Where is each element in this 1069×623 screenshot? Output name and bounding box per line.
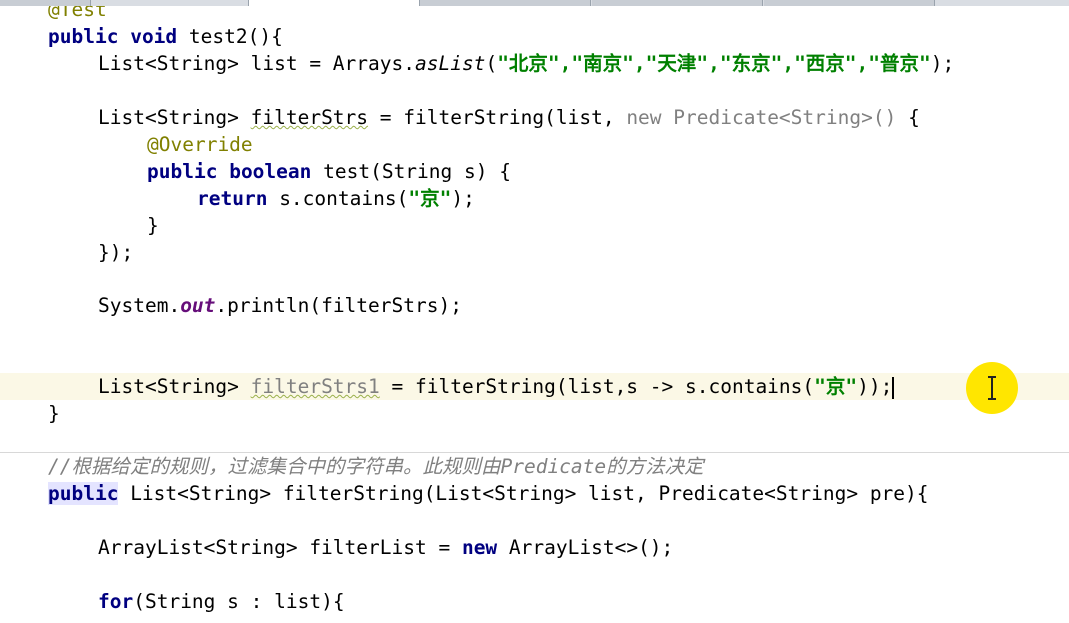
code-line-5: List<String> filterStrs = filterString(l… — [0, 104, 1069, 131]
method-signature: test2(){ — [177, 25, 283, 48]
editor-tab[interactable] — [764, 0, 935, 6]
code-text: ArrayList<String> filterList = — [98, 536, 462, 559]
keyword-void: void — [130, 25, 178, 48]
code-text: .println(filterStrs); — [215, 294, 462, 317]
code-line-3: List<String> list = Arrays.asList("北京","… — [0, 50, 1069, 77]
variable-filterstrs: filterStrs — [250, 106, 369, 129]
code-line-7: public boolean test(String s) { — [0, 158, 1069, 185]
keyword-public: public — [48, 482, 119, 505]
variable-filterstrs1: filterStrs1 — [250, 375, 380, 398]
code-text: List<String> — [98, 375, 251, 398]
code-line-end-method: } — [0, 400, 1069, 427]
keyword-for: for — [98, 590, 134, 613]
code-comment-line: //根据给定的规则，过滤集合中的字符串。此规则由Predicate的方法决定 — [0, 453, 1069, 480]
code-line-2: public void test2(){ — [0, 23, 1069, 50]
code-line-current[interactable]: List<String> filterStrs1 = filterString(… — [0, 373, 1069, 400]
keyword-return: return — [197, 187, 268, 210]
code-text: } — [48, 402, 60, 425]
code-text: List<String> list = Arrays. — [98, 52, 415, 75]
string-literal: "京" — [814, 375, 858, 398]
keyword-public: public — [48, 25, 119, 48]
code-text: } — [147, 214, 159, 237]
anonymous-class-hint: new Predicate<String>() — [626, 106, 897, 129]
string-literal: "京" — [408, 187, 452, 210]
editor-tab-bar — [0, 0, 1069, 6]
code-text: = filterString(list, — [368, 106, 627, 129]
code-line-10: }); — [0, 239, 1069, 266]
code-text: List<String> filterString(List<String> l… — [118, 482, 929, 505]
code-text: ); — [451, 187, 475, 210]
code-line-12: System.out.println(filterStrs); — [0, 292, 1069, 319]
code-text: test(String s) { — [311, 160, 511, 183]
editor-tab[interactable] — [420, 0, 591, 6]
code-line-arraylist: ArrayList<String> filterList = new Array… — [0, 534, 1069, 561]
code-text: }); — [98, 241, 134, 264]
editor-tab[interactable] — [0, 0, 91, 6]
code-text: ( — [485, 52, 498, 75]
code-static-method: asList — [414, 52, 486, 75]
code-line-for: for(String s : list){ — [0, 588, 1069, 615]
code-text: (String s : list){ — [133, 590, 345, 613]
code-line-filter-signature: public List<String> filterString(List<St… — [0, 480, 1069, 507]
code-text: { — [896, 106, 920, 129]
code-text: )); — [857, 375, 893, 398]
code-text: = filterString(list,s -> s.contains( — [379, 375, 815, 398]
code-editor[interactable]: @Test public void test2(){ List<String> … — [0, 0, 1069, 623]
code-line-6: @Override — [0, 131, 1069, 158]
code-text: System. — [98, 294, 181, 317]
code-text: ); — [930, 52, 955, 75]
code-text: ArrayList<>(); — [497, 536, 674, 559]
code-line-9: } — [0, 212, 1069, 239]
code-comment: //根据给定的规则，过滤集合中的字符串。此规则由Predicate的方法决定 — [48, 455, 704, 478]
editor-tab-active[interactable] — [248, 0, 420, 6]
code-text: List<String> — [98, 106, 251, 129]
code-line-8: return s.contains("京"); — [0, 185, 1069, 212]
string-literal: "北京","南京","天津","东京","西京","普京" — [497, 52, 931, 75]
keyword-new: new — [461, 536, 498, 559]
static-field-out: out — [180, 294, 216, 317]
text-caret — [892, 376, 895, 399]
override-annotation: @Override — [147, 133, 253, 156]
code-text: s.contains( — [267, 187, 409, 210]
ibeam-cursor-icon — [988, 376, 996, 400]
editor-tab[interactable] — [592, 0, 763, 6]
keyword-boolean: boolean — [229, 160, 312, 183]
keyword-public: public — [147, 160, 218, 183]
